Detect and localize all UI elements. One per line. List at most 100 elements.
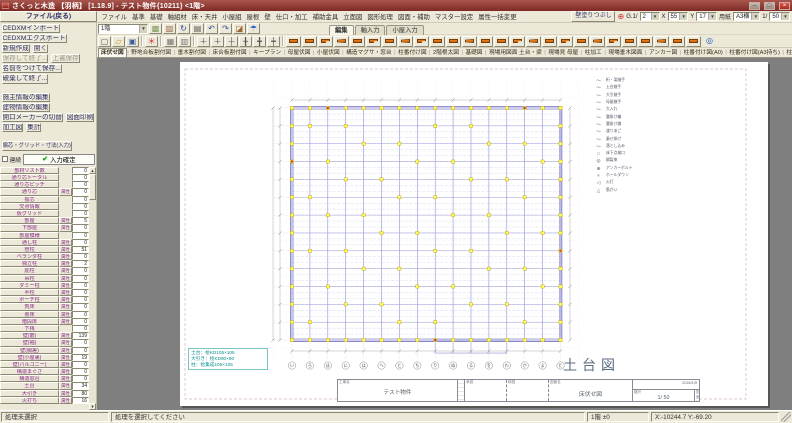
row-label-button[interactable]: 管柱 bbox=[0, 246, 59, 253]
menu-item-12[interactable]: 図面・補助 bbox=[395, 12, 432, 21]
menu-item-3[interactable]: 軸組材 bbox=[165, 12, 189, 21]
menu-item-5[interactable]: 小屋組 bbox=[220, 12, 244, 21]
sheet-tab-2[interactable]: 垂木割付図 bbox=[176, 49, 208, 57]
lumber-tool-icon-10[interactable] bbox=[430, 36, 445, 47]
lumber-tool-icon-20[interactable] bbox=[590, 36, 605, 47]
resize-grip[interactable] bbox=[781, 412, 791, 422]
sheet-tab-9[interactable]: 2階根太図 bbox=[431, 49, 461, 57]
x-select[interactable]: 55▼ bbox=[668, 12, 689, 21]
row-attr-button[interactable]: 属性 bbox=[59, 282, 72, 289]
lumber-tool-icon-26[interactable] bbox=[686, 36, 701, 47]
row-attr-button[interactable]: 属性 bbox=[59, 253, 72, 260]
lumber-tool-icon-1[interactable] bbox=[286, 36, 301, 47]
grid-icon[interactable]: ▦ bbox=[164, 36, 177, 47]
close-button[interactable]: × bbox=[779, 2, 790, 10]
row-label-button[interactable]: 半柱 bbox=[0, 289, 59, 296]
sheet-tab-12[interactable]: 現場見 母屋 bbox=[546, 49, 580, 57]
row-attr-button[interactable]: 属性 bbox=[59, 347, 72, 354]
sidebar-button-7[interactable]: 破棄して終了... bbox=[2, 74, 49, 84]
row-label-button[interactable]: 構造まぐさ bbox=[0, 368, 59, 375]
row-label-button[interactable]: 独立柱 bbox=[0, 260, 59, 267]
row-label-button[interactable]: 壁(小屋裏) bbox=[0, 354, 59, 361]
paper-size-select[interactable]: A3横▼ bbox=[733, 12, 760, 21]
sheet-tab-18[interactable]: 柱全体図 bbox=[784, 49, 792, 57]
sheet-tab-1[interactable]: 野地合板割付図 bbox=[129, 49, 173, 57]
row-label-button[interactable]: 壁(バルコニー) bbox=[0, 361, 59, 368]
lumber-tool-icon-4[interactable] bbox=[334, 36, 349, 47]
sidebar-button-8[interactable]: 施主情報の編集 bbox=[2, 93, 50, 103]
lumber-tool-icon-18[interactable] bbox=[558, 36, 573, 47]
row-attr-button[interactable]: 属性 bbox=[59, 260, 72, 267]
lumber-tool-icon-9[interactable] bbox=[414, 36, 429, 47]
row-label-button[interactable]: 壁(筋) bbox=[0, 332, 59, 339]
cad-drawing[interactable]: いろはにほへとちりぬるをわかよた bbox=[180, 62, 768, 406]
row-label-button[interactable]: ダミー柱 bbox=[0, 282, 59, 289]
lumber-tool-icon-13[interactable] bbox=[478, 36, 493, 47]
scroll-thumb[interactable] bbox=[89, 174, 96, 200]
sidebar-button-0[interactable]: CEDXMインポート bbox=[2, 24, 61, 34]
paint-bucket-icon[interactable]: ◪ bbox=[233, 23, 246, 34]
floor-select[interactable]: 1階 ▼ bbox=[98, 24, 148, 34]
sheet-tab-7[interactable]: 構造マグサ・窓台 bbox=[344, 49, 394, 57]
menu-item-11[interactable]: 図形処理 bbox=[365, 12, 396, 21]
lumber-tool-icon-21[interactable] bbox=[606, 36, 621, 47]
list-scrollbar[interactable]: ▲ ▼ bbox=[89, 167, 96, 410]
menu-item-6[interactable]: 屋根 bbox=[244, 12, 262, 21]
row-label-button[interactable]: 仮グリッド bbox=[0, 210, 59, 217]
menu-item-0[interactable]: ファイル bbox=[99, 12, 130, 21]
row-label-button[interactable]: ポーチ柱 bbox=[0, 296, 59, 303]
undo-icon[interactable]: ↶ bbox=[205, 23, 218, 34]
menu-item-7[interactable]: 壁 bbox=[262, 12, 273, 21]
row-label-button[interactable]: 通り芯 bbox=[0, 188, 59, 195]
row-label-button[interactable]: 吊柱 bbox=[0, 275, 59, 282]
menu-item-2[interactable]: 基礎 bbox=[147, 12, 165, 21]
row-attr-button[interactable]: 属性 bbox=[59, 368, 72, 375]
input-confirm-button[interactable]: ✔ 入力確定 bbox=[23, 154, 94, 165]
row-label-button[interactable]: 部屋模様 bbox=[0, 232, 59, 239]
row-attr-button[interactable]: 属性 bbox=[59, 224, 72, 231]
cross-icon-1[interactable]: ＋ bbox=[197, 36, 210, 47]
lumber-tool-icon-2[interactable] bbox=[302, 36, 317, 47]
cross-icon-6[interactable]: ┿ bbox=[267, 36, 280, 47]
refresh-icon[interactable]: ↻ bbox=[177, 23, 190, 34]
menu-item-9[interactable]: 補助金具 bbox=[310, 12, 341, 21]
scale-select[interactable]: 50▼ bbox=[769, 12, 790, 21]
sheet-tab-16[interactable]: 柱番付け図(A0) bbox=[682, 49, 725, 57]
sheet-tab-15[interactable]: アンカー図 bbox=[647, 49, 679, 57]
cross-icon-5[interactable]: ╋ bbox=[253, 36, 266, 47]
grid-scale-select[interactable]: 2▼ bbox=[640, 12, 660, 21]
sidebar-button-1[interactable]: CEDXMエクスポート bbox=[2, 34, 67, 44]
red-asterisk-icon[interactable]: ＊ bbox=[145, 36, 158, 47]
row-attr-button[interactable]: 属性 bbox=[59, 289, 72, 296]
sidebar-button-6[interactable]: 名前をつけて保存... bbox=[2, 64, 62, 74]
row-label-button[interactable]: 通り芯トータル bbox=[0, 174, 59, 181]
drawing-canvas[interactable]: いろはにほへとちりぬるをわかよた 土台：桧KD105×105 大引き：桧KD90… bbox=[97, 58, 792, 410]
row-label-button[interactable]: 土台 bbox=[0, 382, 59, 389]
sheet-tab-6[interactable]: 小屋伏図 bbox=[315, 49, 342, 57]
menu-item-14[interactable]: 属性一括変更 bbox=[476, 12, 519, 21]
lumber-tool-icon-12[interactable] bbox=[462, 36, 477, 47]
lumber-tool-icon-17[interactable] bbox=[542, 36, 557, 47]
crosshair-icon[interactable]: ⊕ bbox=[617, 13, 624, 21]
lumber-tool-icon-8[interactable] bbox=[398, 36, 413, 47]
lumber-tool-icon-24[interactable] bbox=[654, 36, 669, 47]
lumber-tool-icon-25[interactable] bbox=[670, 36, 685, 47]
sidebar-button-13[interactable]: 集計 bbox=[26, 123, 41, 133]
umbrella-icon[interactable]: ☂ bbox=[247, 23, 260, 34]
brush-icon[interactable]: ▨ bbox=[163, 23, 176, 34]
row-label-button[interactable]: 構造窓台 bbox=[0, 375, 59, 382]
scroll-track[interactable] bbox=[89, 174, 96, 403]
row-attr-button[interactable]: 属性 bbox=[59, 239, 72, 246]
maximize-button[interactable]: □ bbox=[764, 2, 775, 10]
sidebar-button-12[interactable]: 加工図 bbox=[2, 123, 24, 133]
lumber-tool-icon-16[interactable] bbox=[526, 36, 541, 47]
lumber-tool-icon-3[interactable] bbox=[318, 36, 333, 47]
sheet-tab-0[interactable]: 床伏せ図 bbox=[98, 48, 127, 57]
lumber-tool-icon-15[interactable] bbox=[510, 36, 525, 47]
row-attr-button[interactable]: 属性 bbox=[59, 267, 72, 274]
lumber-tool-icon-11[interactable] bbox=[446, 36, 461, 47]
file-back-button[interactable]: ファイル(戻る) bbox=[0, 11, 97, 22]
row-label-button[interactable]: 壁(胴差) bbox=[0, 347, 59, 354]
row-label-button[interactable]: ベランダ柱 bbox=[0, 253, 59, 260]
sheet-tab-5[interactable]: 母屋伏図 bbox=[286, 49, 313, 57]
